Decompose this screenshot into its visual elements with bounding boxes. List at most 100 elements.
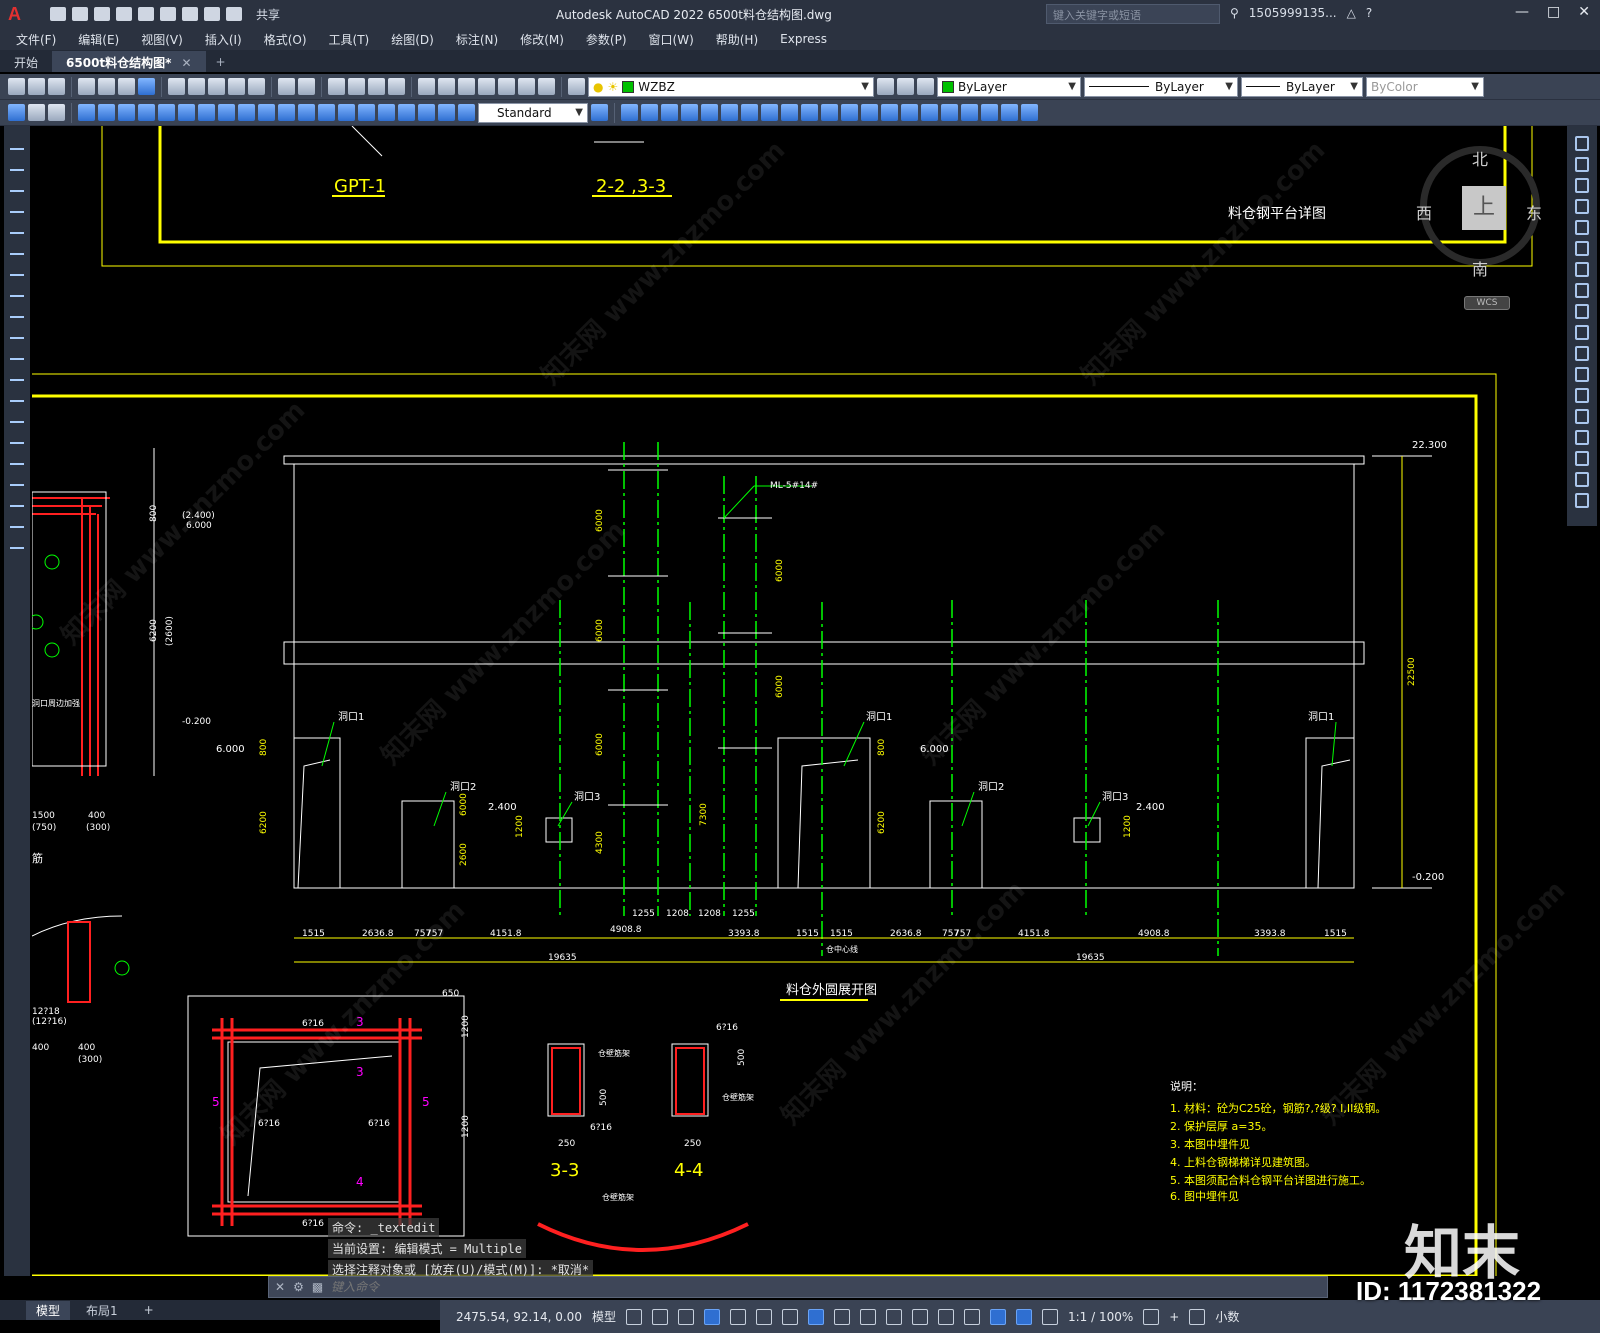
array-icon[interactable] [1575, 220, 1589, 235]
linear-dimension-icon[interactable] [78, 104, 95, 121]
menu-parametric[interactable]: 参数(P) [586, 31, 627, 48]
erase-icon[interactable] [1575, 136, 1589, 151]
gradient-icon[interactable] [10, 449, 24, 465]
drawing-canvas[interactable]: GPT-1 2-2 ,3-3 料仓钢平台详图 ML-5#14# 洞口1 洞口2 … [32, 126, 1566, 1276]
section-plane-icon[interactable] [901, 104, 918, 121]
line-icon[interactable] [10, 134, 24, 150]
plot-icon[interactable] [78, 78, 95, 95]
chamfer-edge-icon[interactable] [981, 104, 998, 121]
design-center-icon[interactable] [438, 78, 455, 95]
3d-osnap-icon[interactable] [911, 1308, 928, 1325]
object-snap-icon[interactable] [807, 1308, 824, 1325]
new-file-icon[interactable] [50, 7, 66, 21]
loft-icon[interactable] [721, 104, 738, 121]
object-snap-tracking-icon[interactable] [781, 1308, 798, 1325]
autocad-logo-icon[interactable]: A [8, 3, 30, 25]
sheet-set-icon[interactable] [478, 78, 495, 95]
baseline-icon[interactable] [258, 104, 275, 121]
mirror-icon[interactable] [1575, 178, 1589, 193]
break-icon[interactable] [1575, 388, 1589, 403]
close-command-icon[interactable]: ✕ [275, 1280, 285, 1294]
mtext-icon[interactable] [10, 512, 24, 528]
undo-icon[interactable] [278, 78, 295, 95]
trim-icon[interactable] [1575, 325, 1589, 340]
color-dropdown[interactable]: ByLayer ▼ [937, 76, 1081, 97]
cut-icon[interactable] [168, 78, 185, 95]
menu-view[interactable]: 视图(V) [141, 31, 183, 48]
undo-icon[interactable] [204, 7, 220, 21]
copy-object-icon[interactable] [1575, 157, 1589, 172]
add-selected-icon[interactable] [10, 533, 24, 549]
menu-insert[interactable]: 插入(I) [205, 31, 242, 48]
join-icon[interactable] [1575, 409, 1589, 424]
units-readout[interactable]: 小数 [1215, 1308, 1239, 1325]
3d-array-icon[interactable] [861, 104, 878, 121]
draw-order-icon[interactable] [8, 104, 25, 121]
redo-icon[interactable] [226, 7, 242, 21]
add-layout-icon[interactable]: + [134, 1302, 164, 1318]
tab-layout1[interactable]: 布局1 [76, 1301, 128, 1320]
intersect-icon[interactable] [781, 104, 798, 121]
command-prompt-icon[interactable]: ▩ [312, 1280, 323, 1294]
cart-icon[interactable]: △ [1347, 6, 1356, 20]
quickcalc-icon[interactable] [518, 78, 535, 95]
rectangle-icon[interactable] [10, 218, 24, 234]
insert-block-icon[interactable] [10, 365, 24, 381]
units-icon[interactable] [1189, 1308, 1206, 1325]
polar-tracking-icon[interactable] [729, 1308, 746, 1325]
viewcube-west[interactable]: 西 [1416, 200, 1432, 224]
menu-express[interactable]: Express [780, 32, 827, 46]
dimension-text-edit-icon[interactable] [438, 104, 455, 121]
markup-icon[interactable] [498, 78, 515, 95]
separate-icon[interactable] [1021, 104, 1038, 121]
3d-align-icon[interactable] [841, 104, 858, 121]
fillet-edge-icon[interactable] [961, 104, 978, 121]
selection-filter-icon[interactable] [963, 1308, 980, 1325]
layer-dropdown[interactable]: ● ☀ WZBZ ▼ [588, 76, 874, 97]
spline-icon[interactable] [10, 302, 24, 318]
dimension-style-icon[interactable] [591, 104, 608, 121]
diameter-icon[interactable] [198, 104, 215, 121]
menu-window[interactable]: 窗口(W) [649, 31, 694, 48]
linetype-dropdown[interactable]: ByLayer ▼ [1084, 76, 1238, 97]
search-input[interactable]: 键入关键字或短语 [1046, 4, 1220, 24]
copy-icon[interactable] [188, 78, 205, 95]
match-properties-icon[interactable] [228, 78, 245, 95]
cylinder-icon[interactable] [641, 104, 658, 121]
menu-dimension[interactable]: 标注(N) [456, 31, 498, 48]
aligned-dimension-icon[interactable] [98, 104, 115, 121]
menu-tools[interactable]: 工具(T) [329, 31, 370, 48]
3d-print-icon[interactable] [138, 78, 155, 95]
region-icon[interactable] [10, 470, 24, 486]
viewcube-top-face[interactable]: 上 [1462, 186, 1506, 230]
jogged-icon[interactable] [178, 104, 195, 121]
save-web-icon[interactable] [160, 7, 176, 21]
auto-scale-icon[interactable] [1041, 1308, 1058, 1325]
block-editor-icon[interactable] [248, 78, 265, 95]
menu-file[interactable]: 文件(F) [16, 31, 56, 48]
layer-properties-icon[interactable] [568, 78, 585, 95]
plotstyle-dropdown[interactable]: ByColor ▼ [1366, 76, 1484, 97]
menu-edit[interactable]: 编辑(E) [78, 31, 119, 48]
rotate-icon[interactable] [1575, 262, 1589, 277]
publish-icon[interactable] [118, 78, 135, 95]
text-icon[interactable] [28, 104, 45, 121]
zoom-window-icon[interactable] [368, 78, 385, 95]
hatch-icon[interactable] [10, 428, 24, 444]
infer-constraints-icon[interactable] [677, 1308, 694, 1325]
zoom-realtime-icon[interactable] [348, 78, 365, 95]
ellipse-icon[interactable] [10, 323, 24, 339]
close-tab-icon[interactable]: ✕ [181, 56, 191, 70]
imprint-icon[interactable] [1001, 104, 1018, 121]
qnew-icon[interactable] [8, 78, 25, 95]
menu-draw[interactable]: 绘图(D) [391, 31, 434, 48]
user-account[interactable]: 1505999135... [1249, 6, 1337, 20]
redo-icon[interactable] [298, 78, 315, 95]
make-block-icon[interactable] [10, 386, 24, 402]
maximize-icon[interactable]: □ [1547, 4, 1560, 20]
customize-icon[interactable]: ⚙ [293, 1280, 304, 1294]
point-icon[interactable] [10, 407, 24, 423]
3d-move-icon[interactable] [801, 104, 818, 121]
tolerance-icon[interactable] [338, 104, 355, 121]
dimstyle-dropdown[interactable]: Standard ▼ [478, 102, 588, 123]
